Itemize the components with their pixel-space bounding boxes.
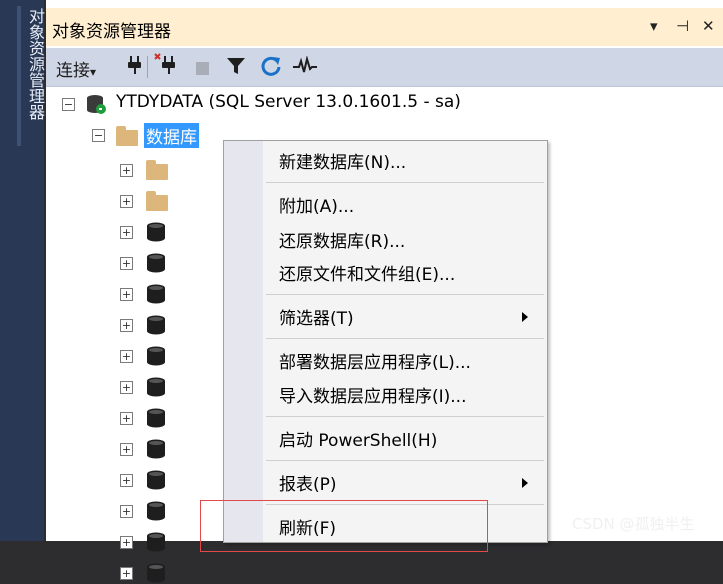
server-node-label[interactable]: YTDYDATA (SQL Server 13.0.1601.5 - sa) bbox=[116, 92, 461, 112]
expand-node-toggle[interactable]: + bbox=[120, 381, 133, 394]
database-icon bbox=[147, 532, 165, 552]
stop-button[interactable] bbox=[196, 60, 209, 80]
menu-item-start-powershell[interactable]: 启动 PowerShell(H) bbox=[279, 426, 437, 451]
expand-node-toggle[interactable]: + bbox=[120, 350, 133, 363]
connect-label: 连接 bbox=[56, 61, 90, 81]
menu-separator bbox=[266, 460, 544, 461]
collapse-databases-toggle[interactable]: − bbox=[92, 129, 105, 142]
panel-title-bar: 对象资源管理器 ▾ ⊣ ✕ bbox=[46, 8, 723, 46]
databases-folder-icon bbox=[116, 126, 138, 146]
expand-node-toggle[interactable]: + bbox=[120, 474, 133, 487]
menu-item-import-data-tier[interactable]: 导入数据层应用程序(I)... bbox=[279, 382, 467, 407]
window-position-dropdown-icon[interactable]: ▾ bbox=[650, 17, 658, 35]
expand-node-toggle[interactable]: + bbox=[120, 412, 133, 425]
menu-separator bbox=[266, 416, 544, 417]
refresh-icon bbox=[261, 56, 281, 76]
menu-icon-gutter bbox=[224, 141, 263, 542]
database-icon bbox=[147, 253, 165, 273]
activity-monitor-icon bbox=[293, 55, 317, 73]
expand-node-toggle[interactable]: + bbox=[120, 257, 133, 270]
menu-separator bbox=[266, 338, 544, 339]
menu-separator bbox=[266, 294, 544, 295]
expand-node-toggle[interactable]: + bbox=[120, 226, 133, 239]
expand-node-toggle[interactable]: + bbox=[120, 319, 133, 332]
database-icon bbox=[147, 346, 165, 366]
database-icon bbox=[147, 439, 165, 459]
menu-separator bbox=[266, 182, 544, 183]
plug-icon bbox=[128, 56, 141, 74]
object-explorer-panel: 对象资源管理器 ▾ ⊣ ✕ 连接▾ − YTDYDATA (SQL Server… bbox=[46, 0, 723, 583]
side-tab-label: 对象资源管理器 bbox=[26, 8, 45, 120]
expand-node-toggle[interactable]: + bbox=[120, 505, 133, 518]
menu-item-deploy-data-tier[interactable]: 部署数据层应用程序(L)... bbox=[279, 348, 471, 373]
database-icon bbox=[147, 470, 165, 490]
panel-title: 对象资源管理器 bbox=[52, 22, 171, 42]
expand-node-toggle[interactable]: + bbox=[120, 567, 133, 580]
pin-icon[interactable]: ⊣ bbox=[676, 17, 689, 35]
expand-node-toggle[interactable]: + bbox=[120, 288, 133, 301]
submenu-arrow-icon bbox=[522, 312, 528, 322]
chevron-down-icon: ▾ bbox=[90, 65, 97, 79]
watermark: CSDN @孤独半生 bbox=[572, 515, 695, 533]
submenu-arrow-icon bbox=[522, 478, 528, 488]
connect-button[interactable]: 连接▾ bbox=[56, 56, 96, 81]
menu-item-restore-database[interactable]: 还原数据库(R)... bbox=[279, 227, 405, 252]
collapse-server-toggle[interactable]: − bbox=[62, 98, 75, 111]
database-icon bbox=[147, 315, 165, 335]
filter-button[interactable] bbox=[226, 56, 246, 81]
expand-node-toggle[interactable]: + bbox=[120, 443, 133, 456]
activity-monitor-button[interactable] bbox=[292, 55, 318, 81]
side-tab-indicator bbox=[17, 6, 21, 146]
databases-context-menu: 新建数据库(N)... 附加(A)... 还原数据库(R)... 还原文件和文件… bbox=[223, 140, 548, 543]
menu-item-attach[interactable]: 附加(A)... bbox=[279, 192, 354, 217]
connect-plug-button[interactable] bbox=[126, 54, 144, 81]
disconnect-icon bbox=[154, 53, 175, 74]
database-icon bbox=[147, 501, 165, 521]
expand-node-toggle[interactable]: + bbox=[120, 195, 133, 208]
refresh-button[interactable] bbox=[260, 55, 282, 82]
expand-node-toggle[interactable]: + bbox=[120, 536, 133, 549]
database-icon bbox=[147, 377, 165, 397]
menu-item-reports[interactable]: 报表(P) bbox=[279, 470, 337, 495]
filter-icon bbox=[227, 58, 245, 74]
menu-item-new-database[interactable]: 新建数据库(N)... bbox=[279, 148, 406, 173]
database-icon bbox=[147, 222, 165, 242]
close-icon[interactable]: ✕ bbox=[702, 17, 715, 35]
database-icon bbox=[147, 284, 165, 304]
object-explorer-toolbar: 连接▾ bbox=[46, 48, 723, 87]
object-explorer-side-tab[interactable]: 对象资源管理器 bbox=[0, 0, 45, 541]
server-connected-icon bbox=[87, 95, 106, 114]
stop-icon bbox=[196, 62, 209, 75]
database-icon bbox=[147, 563, 165, 583]
disconnect-button[interactable] bbox=[154, 52, 178, 81]
databases-node-label[interactable]: 数据库 bbox=[144, 123, 199, 148]
folder-icon bbox=[146, 191, 168, 211]
menu-item-restore-files[interactable]: 还原文件和文件组(E)... bbox=[279, 260, 455, 285]
menu-item-filter[interactable]: 筛选器(T) bbox=[279, 304, 354, 329]
folder-icon bbox=[146, 160, 168, 180]
toolbar-separator bbox=[147, 56, 148, 78]
refresh-highlight-box bbox=[200, 500, 488, 552]
database-icon bbox=[147, 408, 165, 428]
expand-node-toggle[interactable]: + bbox=[120, 164, 133, 177]
